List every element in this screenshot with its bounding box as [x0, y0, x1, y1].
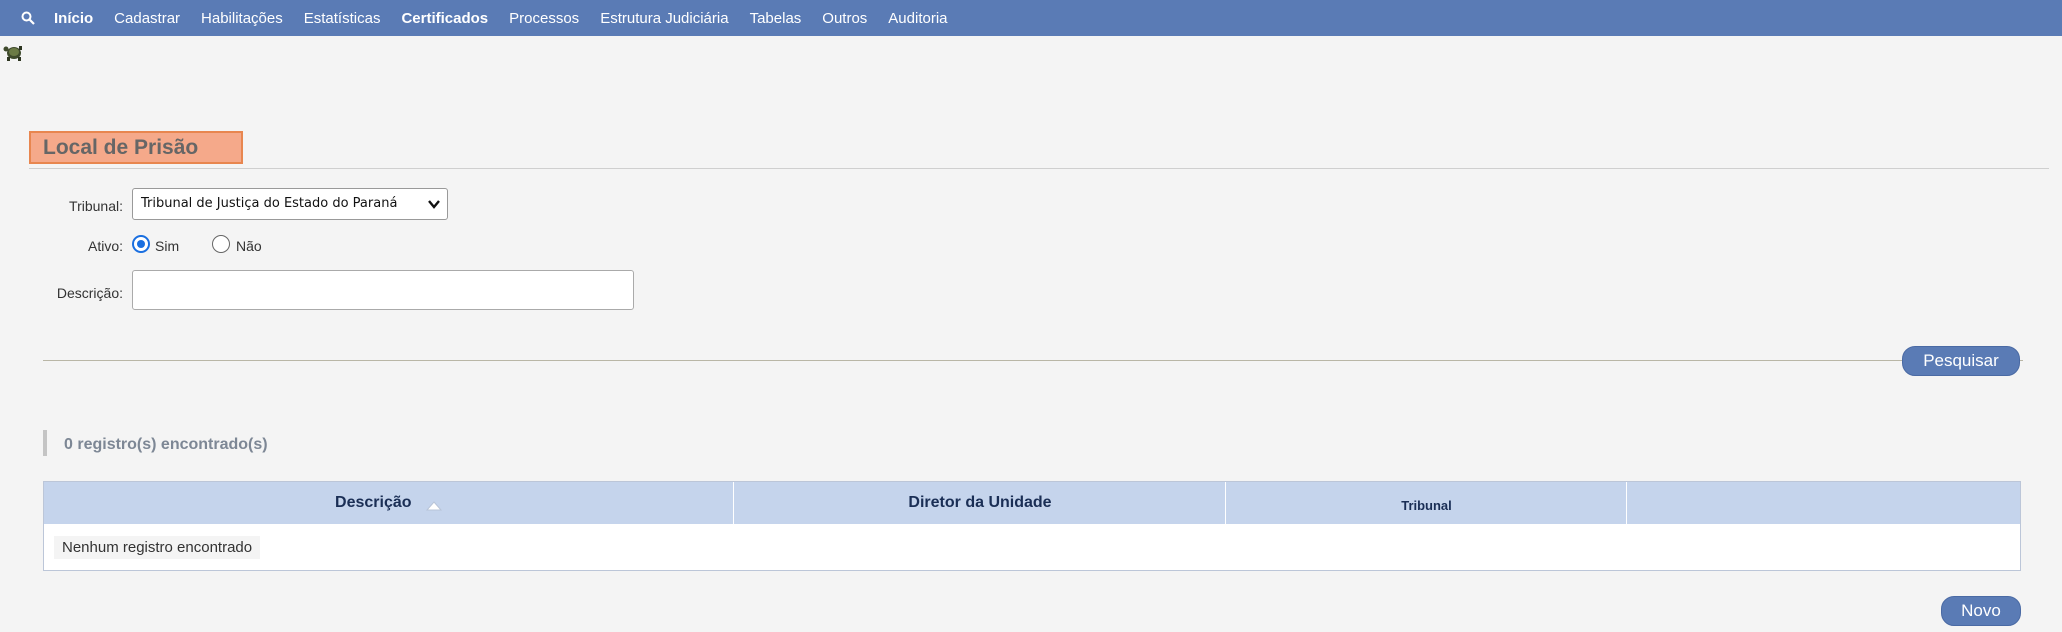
title-divider — [29, 168, 2049, 169]
nav-item-inicio[interactable]: Início — [54, 10, 93, 27]
nav-item-tabelas[interactable]: Tabelas — [750, 10, 802, 27]
ativo-label: Ativo: — [87, 238, 123, 254]
top-nav-bar: Início Cadastrar Habilitações Estatístic… — [0, 0, 2062, 36]
search-icon[interactable] — [16, 6, 40, 30]
sort-ascending-icon[interactable] — [425, 498, 443, 511]
nav-item-estatisticas[interactable]: Estatísticas — [304, 10, 381, 27]
turtle-logo-icon — [2, 40, 26, 64]
table-header: Descrição Diretor da Unidade Tribunal — [44, 482, 2020, 524]
empty-results-message: Nenhum registro encontrado — [54, 536, 261, 559]
page-title: Local de Prisão — [29, 131, 243, 164]
descricao-input[interactable] — [132, 270, 634, 310]
ativo-nao-radio[interactable] — [212, 235, 230, 253]
search-button[interactable]: Pesquisar — [1902, 346, 2020, 376]
nav-item-cadastrar[interactable]: Cadastrar — [114, 10, 180, 27]
tribunal-label: Tribunal: — [69, 198, 123, 214]
column-header-tribunal[interactable]: Tribunal — [1227, 482, 1627, 524]
column-header-diretor[interactable]: Diretor da Unidade — [735, 482, 1226, 524]
form-divider — [43, 360, 2023, 361]
nav-item-outros[interactable]: Outros — [822, 10, 867, 27]
nav-item-estrutura-judiciaria[interactable]: Estrutura Judiciária — [600, 10, 728, 27]
chevron-down-icon — [427, 197, 441, 211]
count-marker — [43, 430, 47, 456]
results-count: 0 registro(s) encontrado(s) — [64, 436, 268, 453]
results-table: Descrição Diretor da Unidade Tribunal Ne… — [43, 481, 2021, 571]
ativo-sim-radio[interactable] — [132, 235, 150, 253]
nav-item-habilitacoes[interactable]: Habilitações — [201, 10, 283, 27]
column-header-descricao-label: Descrição — [335, 494, 412, 511]
column-header-descricao[interactable]: Descrição — [44, 482, 734, 524]
nav-item-certificados[interactable]: Certificados — [401, 10, 488, 27]
ativo-nao-label: Não — [236, 238, 262, 254]
nav-item-auditoria[interactable]: Auditoria — [888, 10, 947, 27]
descricao-label: Descrição: — [56, 285, 123, 301]
nav-item-processos[interactable]: Processos — [509, 10, 579, 27]
ativo-sim-label: Sim — [155, 238, 180, 254]
tribunal-select-value: Tribunal de Justiça do Estado do Paraná — [141, 196, 398, 211]
new-button[interactable]: Novo — [1941, 596, 2021, 626]
tribunal-select[interactable]: Tribunal de Justiça do Estado do Paraná — [132, 188, 448, 220]
